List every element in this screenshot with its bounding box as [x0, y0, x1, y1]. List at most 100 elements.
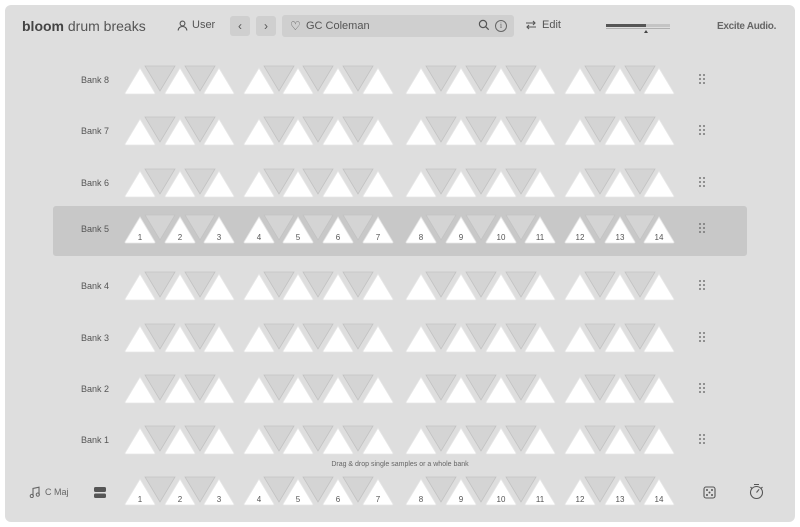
bank-pad[interactable] [562, 271, 598, 302]
bank-pad[interactable] [280, 374, 316, 405]
bank-pad[interactable] [602, 116, 638, 147]
bank-pad[interactable]: 9 [443, 214, 479, 245]
bank-pad[interactable] [162, 271, 198, 302]
bank-pad[interactable] [162, 168, 198, 199]
bank-pad[interactable] [320, 65, 356, 96]
bank-pad[interactable] [522, 65, 558, 96]
bank-pad[interactable] [320, 116, 356, 147]
bank-pad[interactable] [443, 168, 479, 199]
bank-pad[interactable] [403, 323, 439, 354]
bank-pad[interactable] [201, 425, 237, 456]
bank-pad[interactable] [241, 374, 277, 405]
bank-pad[interactable] [602, 374, 638, 405]
bank-pad[interactable] [641, 65, 677, 96]
bank-pad[interactable] [320, 271, 356, 302]
footer-pad[interactable]: 8 [403, 476, 439, 507]
bank-pad[interactable] [483, 271, 519, 302]
bank-pad[interactable] [241, 271, 277, 302]
bank-pad[interactable] [122, 116, 158, 147]
footer-pad[interactable]: 13 [602, 476, 638, 507]
bank-pad[interactable] [403, 271, 439, 302]
bank-pad[interactable] [162, 323, 198, 354]
user-button[interactable]: User [177, 19, 215, 31]
bank-pad[interactable]: 1 [122, 214, 158, 245]
bank-pad[interactable] [162, 116, 198, 147]
bank-pad[interactable] [483, 116, 519, 147]
metronome-icon[interactable] [748, 483, 765, 500]
footer-pad[interactable]: 9 [443, 476, 479, 507]
footer-pad[interactable]: 14 [641, 476, 677, 507]
bank-pad[interactable] [562, 65, 598, 96]
bank-pad[interactable] [403, 168, 439, 199]
bank-pad[interactable] [522, 168, 558, 199]
bank-pad[interactable] [562, 323, 598, 354]
bank-pad[interactable] [641, 168, 677, 199]
footer-pad[interactable]: 11 [522, 476, 558, 507]
bank-pad[interactable] [360, 374, 396, 405]
bank-pad[interactable]: 14 [641, 214, 677, 245]
bank-pad[interactable] [241, 168, 277, 199]
bank-pad[interactable]: 11 [522, 214, 558, 245]
bank-pad[interactable] [360, 271, 396, 302]
bank-pad[interactable] [483, 65, 519, 96]
bank-pad[interactable] [280, 116, 316, 147]
bank-pad[interactable] [360, 65, 396, 96]
bank-pad[interactable] [602, 168, 638, 199]
bank-pad[interactable] [641, 425, 677, 456]
bank-row[interactable]: Bank 8 [53, 57, 747, 107]
bank-pad[interactable]: 10 [483, 214, 519, 245]
info-icon[interactable]: i [495, 20, 507, 32]
bank-pad[interactable] [403, 65, 439, 96]
bank-pad[interactable]: 6 [320, 214, 356, 245]
heart-icon[interactable]: ♡ [290, 19, 301, 33]
bank-pad[interactable] [320, 374, 356, 405]
bank-pad[interactable] [562, 168, 598, 199]
dice-icon[interactable] [703, 486, 716, 499]
bank-pad[interactable] [122, 65, 158, 96]
bank-pad[interactable] [201, 65, 237, 96]
bank-pad[interactable] [641, 374, 677, 405]
bank-pad[interactable] [122, 271, 158, 302]
bank-pad[interactable] [403, 116, 439, 147]
bank-pad[interactable] [280, 65, 316, 96]
bank-pad[interactable] [201, 271, 237, 302]
bank-pad[interactable] [241, 65, 277, 96]
bank-row[interactable]: Bank 6 [53, 160, 747, 210]
bank-pad[interactable]: 13 [602, 214, 638, 245]
bank-pad[interactable]: 5 [280, 214, 316, 245]
bank-pad[interactable] [201, 374, 237, 405]
footer-pad[interactable]: 2 [162, 476, 198, 507]
drag-handle-icon[interactable] [698, 176, 706, 188]
bank-pad[interactable] [122, 323, 158, 354]
bank-pad[interactable] [641, 271, 677, 302]
bank-pad[interactable] [320, 168, 356, 199]
bank-pad[interactable] [320, 323, 356, 354]
bank-pad[interactable] [641, 323, 677, 354]
bank-pad[interactable] [122, 168, 158, 199]
drag-handle-icon[interactable] [698, 73, 706, 85]
footer-pad[interactable]: 5 [280, 476, 316, 507]
bank-pad[interactable] [122, 374, 158, 405]
bank-pad[interactable] [360, 323, 396, 354]
bank-pad[interactable] [641, 116, 677, 147]
bank-pad[interactable] [360, 116, 396, 147]
bank-row[interactable]: Bank 2 [53, 366, 747, 416]
bank-pad[interactable] [320, 425, 356, 456]
bank-pad[interactable] [280, 425, 316, 456]
bank-pad[interactable] [562, 116, 598, 147]
bank-pad[interactable] [522, 425, 558, 456]
bank-pad[interactable] [602, 65, 638, 96]
bank-row[interactable]: Bank 7 [53, 108, 747, 158]
footer-pad[interactable]: 7 [360, 476, 396, 507]
bank-view-icon[interactable] [93, 486, 107, 499]
bank-pad[interactable] [483, 425, 519, 456]
bank-pad[interactable] [522, 271, 558, 302]
bank-pad[interactable] [443, 65, 479, 96]
bank-pad[interactable] [602, 323, 638, 354]
bank-pad[interactable] [280, 168, 316, 199]
preset-search-field[interactable]: ♡ GC Coleman i [282, 15, 514, 37]
drag-handle-icon[interactable] [698, 331, 706, 343]
bank-pad[interactable] [483, 168, 519, 199]
bank-pad[interactable] [360, 425, 396, 456]
bank-pad[interactable] [602, 271, 638, 302]
